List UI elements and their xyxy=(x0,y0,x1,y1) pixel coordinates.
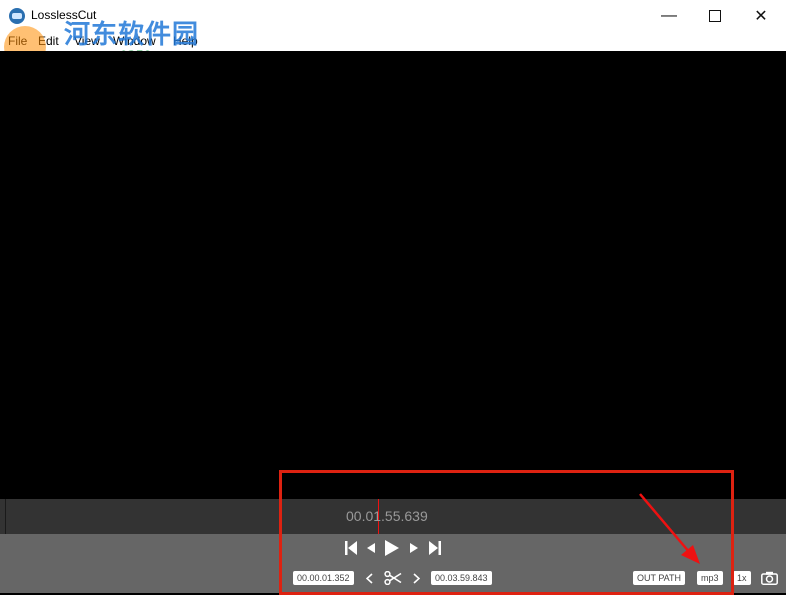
step-back-button[interactable] xyxy=(365,540,377,556)
close-button[interactable]: ✕ xyxy=(738,0,784,32)
cut-end-time[interactable]: 00.03.59.843 xyxy=(431,571,492,585)
step-forward-button[interactable] xyxy=(408,540,420,556)
title-bar: LosslessCut — ✕ xyxy=(0,0,786,32)
cut-button[interactable] xyxy=(382,569,404,587)
camera-icon xyxy=(760,571,778,585)
cut-start-time[interactable]: 00.00.01.352 xyxy=(293,571,354,585)
set-cut-start-button[interactable] xyxy=(363,570,375,586)
controls-bar: 00.00.01.352 00.03.59.843 OUT PATH mp3 1… xyxy=(0,534,786,593)
current-time: 00.01.55.639 xyxy=(346,508,428,524)
scissors-icon xyxy=(384,571,402,585)
jump-start-button[interactable] xyxy=(344,540,358,556)
maximize-button[interactable] xyxy=(692,0,738,32)
step-forward-icon xyxy=(410,543,418,553)
play-button[interactable] xyxy=(383,539,401,557)
step-back-icon xyxy=(367,543,375,553)
play-icon xyxy=(385,540,399,556)
set-cut-end-button[interactable] xyxy=(410,570,422,586)
format-button[interactable]: mp3 xyxy=(697,571,723,585)
app-icon xyxy=(9,8,25,24)
jump-end-icon xyxy=(429,541,441,555)
jump-start-icon xyxy=(345,541,357,555)
menu-file[interactable]: File xyxy=(8,34,27,48)
jump-end-button[interactable] xyxy=(428,540,442,556)
timeline[interactable]: 00.01.55.639 xyxy=(0,499,786,534)
out-path-button[interactable]: OUT PATH xyxy=(633,571,686,585)
capture-frame-button[interactable] xyxy=(759,569,779,586)
chevron-right-icon xyxy=(412,572,420,584)
video-area[interactable] xyxy=(0,51,786,499)
chevron-left-icon xyxy=(365,572,373,584)
menu-view[interactable]: View xyxy=(74,34,100,48)
menu-help[interactable]: Help xyxy=(173,34,198,48)
menu-window[interactable]: Window xyxy=(113,34,156,48)
maximize-icon xyxy=(709,10,721,22)
menu-edit[interactable]: Edit xyxy=(38,34,59,48)
speed-button[interactable]: 1x xyxy=(733,571,751,585)
window-title: LosslessCut xyxy=(31,8,97,22)
minimize-button[interactable]: — xyxy=(646,0,692,32)
timeline-start-marker xyxy=(5,499,6,534)
menu-bar: File Edit View Window Help xyxy=(0,32,786,51)
